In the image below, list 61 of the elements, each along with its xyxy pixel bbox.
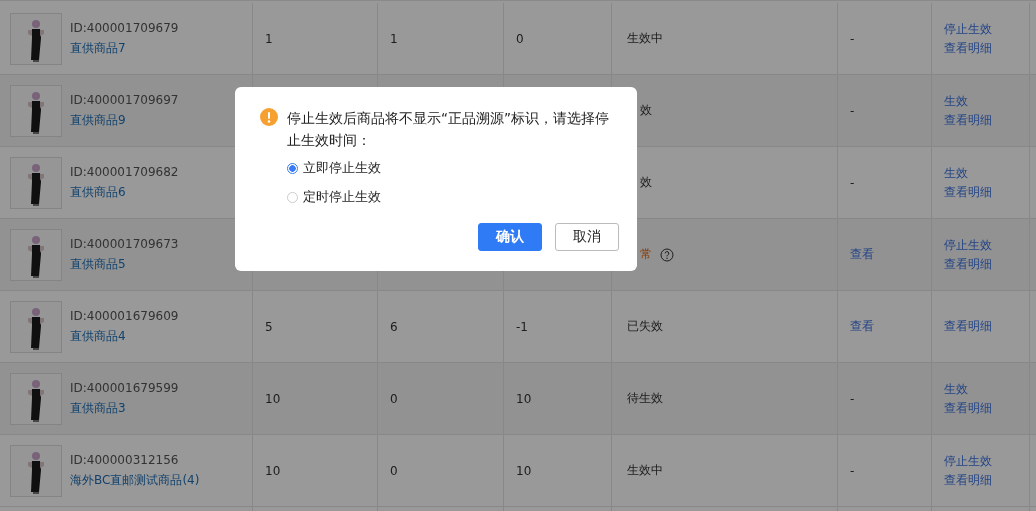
table-cell: 0 xyxy=(390,463,398,478)
action-link[interactable]: 查看明细 xyxy=(944,255,992,273)
status-text: 已失效 xyxy=(627,318,663,335)
status-text: 生效中 xyxy=(627,462,663,479)
radio-option[interactable]: 定时停止生效 xyxy=(287,189,619,206)
action-link[interactable]: 查看明细 xyxy=(944,318,992,335)
table-cell: -1 xyxy=(516,319,528,334)
product-id: ID:400001679609 xyxy=(70,308,179,323)
table-cell: 10 xyxy=(265,463,281,478)
table-cell: - xyxy=(850,391,855,406)
view-link[interactable]: 查看 xyxy=(850,246,874,263)
table-cell: - xyxy=(850,463,855,478)
table-cell: 1 xyxy=(265,31,273,46)
dialog-message: 停止生效后商品将不显示“正品溯源”标识，请选择停止生效时间： xyxy=(287,109,610,150)
warning-icon xyxy=(260,108,278,126)
view-link[interactable]: 查看 xyxy=(850,318,874,335)
status-text: 常 xyxy=(640,246,652,263)
product-id: ID:400000312156 xyxy=(70,452,180,467)
cancel-button[interactable]: 取消 xyxy=(555,223,619,251)
status-text: 效 xyxy=(640,174,652,191)
table-cell: 10 xyxy=(516,463,532,478)
product-name-link[interactable]: 海外BC直邮测试商品(4) xyxy=(70,471,200,489)
product-name-link[interactable]: 直供商品7 xyxy=(70,39,179,57)
action-link[interactable]: 查看明细 xyxy=(944,471,992,489)
product-name-link[interactable]: 直供商品6 xyxy=(70,183,179,201)
action-link[interactable]: 停止生效 xyxy=(944,452,992,470)
product-id: ID:400001709697 xyxy=(70,92,179,107)
product-id: ID:400001709682 xyxy=(70,164,179,179)
help-icon[interactable] xyxy=(660,247,674,262)
product-id: ID:400001709673 xyxy=(70,236,179,251)
confirm-button[interactable]: 确认 xyxy=(478,223,542,251)
action-link[interactable]: 停止生效 xyxy=(944,20,992,38)
product-name-link[interactable]: 直供商品5 xyxy=(70,255,179,273)
action-link[interactable]: 生效 xyxy=(944,164,968,182)
product-name-link[interactable]: 直供商品3 xyxy=(70,399,179,417)
table-cell: 10 xyxy=(516,391,532,406)
action-link[interactable]: 查看明细 xyxy=(944,399,992,417)
action-link[interactable]: 生效 xyxy=(944,92,968,110)
action-link[interactable]: 停止生效 xyxy=(944,236,992,254)
table-cell: 5 xyxy=(265,319,273,334)
product-id: ID:400001709679 xyxy=(70,20,179,35)
table-cell: - xyxy=(850,103,855,118)
table-cell: 0 xyxy=(390,391,398,406)
table-cell: 0 xyxy=(516,31,524,46)
table-cell: - xyxy=(850,175,855,190)
product-name-link[interactable]: 直供商品4 xyxy=(70,327,179,345)
table-cell: 10 xyxy=(265,391,281,406)
table-cell: 1 xyxy=(390,31,398,46)
radio-button[interactable] xyxy=(287,163,298,174)
product-id: ID:400001679599 xyxy=(70,380,179,395)
table-cell: 6 xyxy=(390,319,398,334)
action-link[interactable]: 查看明细 xyxy=(944,183,992,201)
product-name-link[interactable]: 直供商品9 xyxy=(70,111,179,129)
action-link[interactable]: 查看明细 xyxy=(944,39,992,57)
status-text: 待生效 xyxy=(627,390,663,407)
radio-option[interactable]: 立即停止生效 xyxy=(287,160,619,177)
table-cell: - xyxy=(850,31,855,46)
status-text: 效 xyxy=(640,102,652,119)
status-text: 生效中 xyxy=(627,30,663,47)
action-link[interactable]: 查看明细 xyxy=(944,111,992,129)
action-link[interactable]: 生效 xyxy=(944,380,968,398)
